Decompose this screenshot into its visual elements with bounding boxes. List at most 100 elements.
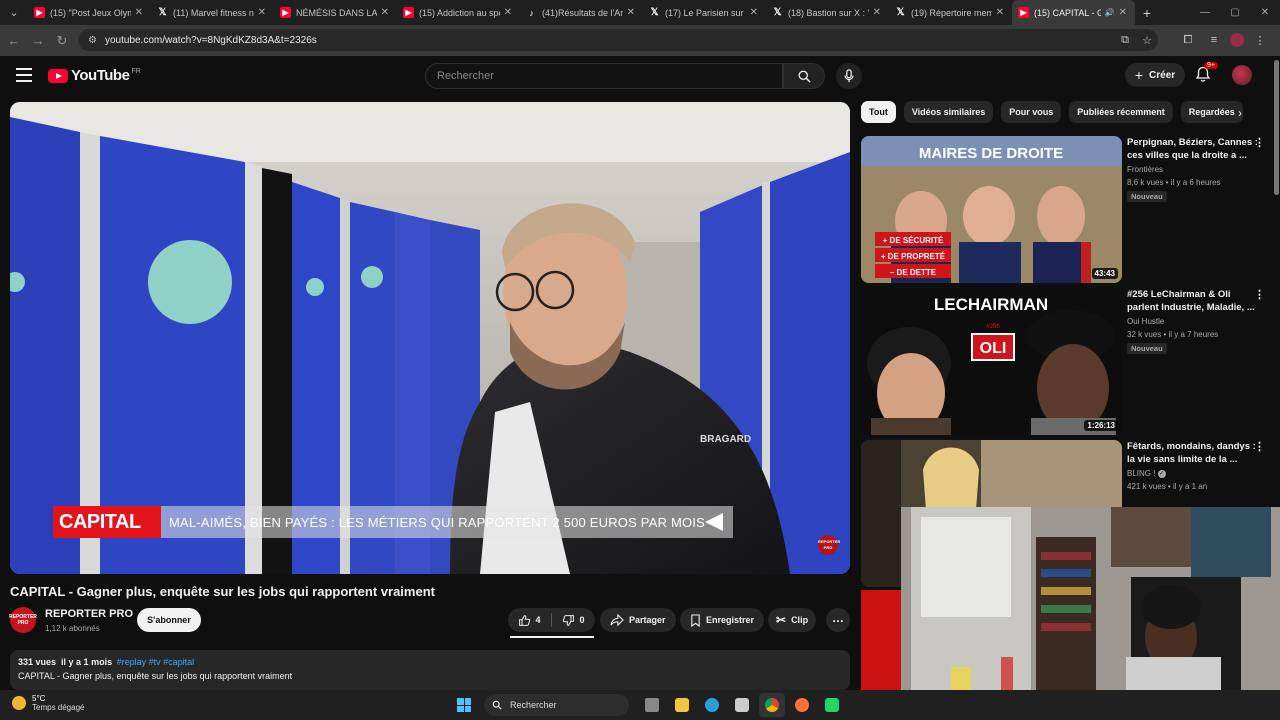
hashtags[interactable]: #replay #tv #capital [117, 657, 195, 667]
tab-label: (41)Résultats de l'Arm [542, 7, 623, 18]
recommendation-channel[interactable]: Oui Hustle [1127, 317, 1164, 326]
browser-tab[interactable]: 𝕏 (11) Marvel fitness ne ✕ [151, 0, 274, 25]
chips-next-arrow-icon[interactable]: › [1238, 106, 1242, 120]
thumbnail-image: MAIRES DE DROITE + DE SÉCURITÉ + DE PROP… [861, 136, 1122, 283]
tab-close-icon[interactable]: ✕ [750, 7, 758, 18]
recommendation-item[interactable]: MAIRES DE DROITE + DE SÉCURITÉ + DE PROP… [861, 136, 1276, 284]
voice-search-button[interactable] [836, 63, 862, 89]
recommendation-item[interactable]: LECHAIRMAN #256 OLI 1:26:13 #256 LeChair… [861, 288, 1276, 436]
like-button[interactable]: 4 [508, 614, 551, 627]
recommendation-channel[interactable]: Frontières [1127, 165, 1163, 174]
recommendation-title[interactable]: Fêtards, mondains, dandys : la vie sans … [1127, 440, 1259, 466]
media-controls-icon[interactable]: ≡ [1204, 34, 1224, 46]
chip-1[interactable]: Vidéos similaires [903, 101, 994, 123]
hamburger-menu-icon[interactable] [16, 68, 32, 82]
browser-tab[interactable]: ▶ (15) "Post Jeux Olympiques" ✕ [28, 0, 151, 25]
new-tab-button[interactable]: + [1135, 5, 1159, 21]
search-button[interactable] [783, 63, 825, 89]
clip-button[interactable]: ✂ Clip [768, 608, 817, 632]
channel-name[interactable]: REPORTER PRO [45, 608, 133, 620]
recommendation-title[interactable]: Perpignan, Béziers, Cannes : ces villes … [1127, 136, 1259, 162]
taskbar-search[interactable]: Rechercher [484, 694, 629, 716]
weather-sun-icon [12, 696, 26, 710]
tab-audio-icon[interactable]: 🔊 [1105, 8, 1115, 17]
verified-check-icon: ✓ [1157, 469, 1166, 478]
browser-tab[interactable]: ▶ NÉMÉSIS DANS LA TE ✕ [274, 0, 397, 25]
more-options-icon[interactable]: ⋮ [1254, 288, 1265, 301]
svg-text:MAIRES DE DROITE: MAIRES DE DROITE [919, 145, 1063, 162]
browser-tab[interactable]: 𝕏 (19) Répertoire meme ✕ [889, 0, 1012, 25]
address-bar[interactable]: ⚙ youtube.com/watch?v=8NgKdKZ8d3A&t=2326… [78, 29, 1158, 51]
description-text: CAPITAL - Gagner plus, enquête sur les j… [18, 671, 293, 681]
browser-tab[interactable]: 𝕏 (17) Le Parisien sur X ✕ [643, 0, 766, 25]
account-avatar[interactable] [1232, 65, 1252, 85]
extensions-puzzle-icon[interactable]: ⧠ [1178, 34, 1198, 47]
page-scrollbar[interactable] [1274, 60, 1279, 195]
tab-close-icon[interactable]: ✕ [381, 7, 389, 18]
chip-2[interactable]: Pour vous [1001, 101, 1062, 123]
video-title: CAPITAL - Gagner plus, enquête sur les j… [10, 584, 435, 599]
store-icon[interactable] [729, 693, 755, 717]
search-input[interactable]: Rechercher [425, 63, 783, 89]
video-thumbnail[interactable]: LECHAIRMAN #256 OLI 1:26:13 [861, 288, 1122, 435]
search-icon [798, 70, 811, 83]
task-view-icon[interactable] [639, 693, 665, 717]
firefox-icon[interactable] [789, 693, 815, 717]
app-icon[interactable] [819, 693, 845, 717]
chip-4[interactable]: Regardées [1180, 101, 1243, 123]
back-arrow-icon[interactable]: ← [2, 33, 26, 48]
reload-icon[interactable]: ↻ [50, 33, 74, 49]
recommendation-channel[interactable]: BLING ! ✓ [1127, 469, 1166, 478]
more-options-icon[interactable]: ⋮ [1254, 440, 1265, 453]
tab-close-icon[interactable]: ✕ [258, 7, 266, 18]
description-box[interactable]: 331 vues il y a 1 mois #replay #tv #capi… [10, 650, 850, 690]
site-info-icon[interactable]: ⚙ [88, 35, 97, 46]
video-player[interactable]: BRAGARD CAPITAL MAL-AIMÉS, BIEN PAYÉS : … [10, 102, 850, 574]
create-button[interactable]: + Créer [1125, 63, 1185, 87]
windows-start-icon[interactable] [454, 695, 474, 715]
install-app-icon[interactable]: ⧉ [1114, 34, 1136, 47]
subscribe-button[interactable]: S'abonner [137, 608, 201, 632]
maximize-icon[interactable]: ▢ [1220, 0, 1250, 25]
edge-browser-icon[interactable] [699, 693, 725, 717]
video-thumbnail[interactable]: MAIRES DE DROITE + DE SÉCURITÉ + DE PROP… [861, 136, 1122, 283]
minimize-icon[interactable]: — [1190, 0, 1220, 25]
browser-tab[interactable]: ▶ (15) Addiction au spo ✕ [397, 0, 520, 25]
browser-tab[interactable]: ♪ (41)Résultats de l'Arm ✕ [520, 0, 643, 25]
notifications-button[interactable]: 9+ [1195, 62, 1218, 84]
chrome-menu-icon[interactable]: ⋮ [1250, 34, 1270, 47]
forward-arrow-icon[interactable]: → [26, 33, 50, 48]
share-button[interactable]: Partager [600, 608, 676, 632]
channel-avatar[interactable]: REPORTER PRO [9, 607, 37, 633]
thumbnail-image: LECHAIRMAN #256 OLI [861, 288, 1122, 435]
svg-text:BRAGARD: BRAGARD [700, 434, 751, 445]
tab-close-icon[interactable]: ✕ [627, 7, 635, 18]
tab-close-icon[interactable]: ✕ [996, 7, 1004, 18]
tiktok-icon: ♪ [529, 7, 534, 18]
profile-avatar-icon[interactable] [1230, 33, 1244, 47]
more-options-icon[interactable]: ⋮ [1254, 136, 1265, 149]
recommendation-thumbnail-partial[interactable] [861, 590, 901, 690]
file-explorer-icon[interactable] [669, 693, 695, 717]
chrome-icon[interactable] [759, 693, 785, 717]
logo-wordmark: YouTube [71, 67, 130, 84]
chip-3[interactable]: Publiées récemment [1069, 101, 1173, 123]
tab-close-icon[interactable]: ✕ [504, 7, 512, 18]
save-button[interactable]: Enregistrer [680, 608, 765, 632]
svg-text:#256: #256 [986, 324, 1000, 330]
close-window-icon[interactable]: ✕ [1250, 0, 1280, 25]
dislike-button[interactable]: 0 [552, 614, 595, 627]
weather-widget[interactable]: 5°C Temps dégagé [12, 694, 84, 712]
tab-close-icon[interactable]: ✕ [135, 7, 143, 18]
tab-close-icon[interactable]: ✕ [1119, 7, 1127, 18]
youtube-logo[interactable]: YouTube FR [48, 67, 141, 84]
browser-tab[interactable]: ▶ (15) CAPITAL - Ga 🔊 ✕ [1012, 0, 1135, 25]
tab-search-chevron-icon[interactable]: ⌄ [0, 0, 28, 25]
more-actions-icon[interactable]: … [826, 608, 850, 632]
recommendation-title[interactable]: #256 LeChairman & Oli parlent Industrie,… [1127, 288, 1259, 314]
browser-tab[interactable]: 𝕏 (18) Bastion sur X : " ✕ [766, 0, 889, 25]
chip-0[interactable]: Tout [861, 101, 896, 123]
tab-close-icon[interactable]: ✕ [873, 7, 881, 18]
window-controls: — ▢ ✕ [1190, 0, 1280, 25]
bookmark-star-icon[interactable]: ☆ [1136, 34, 1158, 47]
